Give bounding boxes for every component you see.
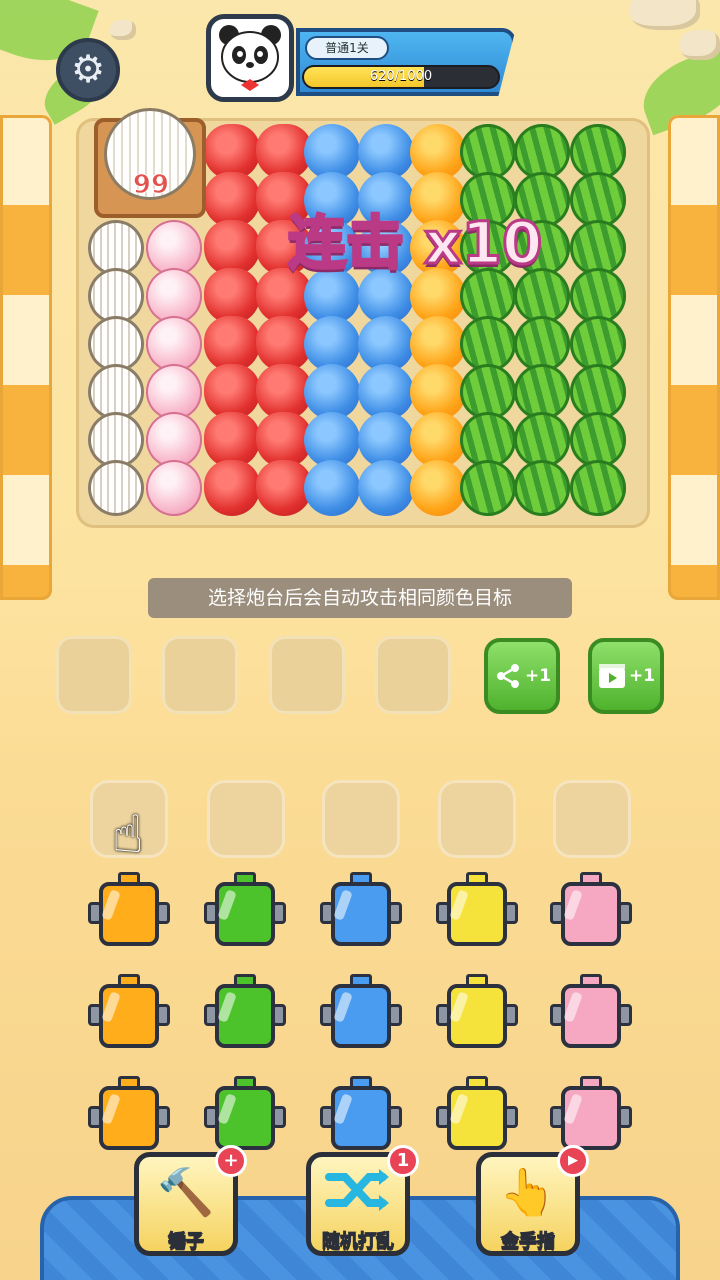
- cannon-turret[interactable]: [88, 870, 170, 952]
- golden-finger-label: 金手指: [501, 1231, 556, 1253]
- turret-slot[interactable]: [207, 780, 285, 858]
- melon-fruit: [88, 460, 144, 516]
- queue-slot[interactable]: [162, 636, 238, 714]
- rock-decoration: [630, 0, 700, 30]
- share-bonus: +1: [524, 666, 552, 686]
- share-icon: [496, 664, 519, 688]
- watermelon-fruit: [514, 460, 570, 516]
- video-bonus: +1: [628, 666, 656, 686]
- panda-icon: [219, 25, 281, 91]
- count-badge: 1: [387, 1145, 419, 1177]
- shuffle-label: 随机打乱: [322, 1231, 395, 1253]
- peach-fruit: [146, 460, 202, 516]
- cannon-turret[interactable]: [436, 870, 518, 952]
- strawberry-fruit: [204, 460, 260, 516]
- left-wall: [0, 115, 52, 600]
- share-button[interactable]: +1: [484, 638, 560, 714]
- cannon-turret[interactable]: [320, 870, 402, 952]
- combo-text: 连击 x10: [287, 208, 544, 279]
- turret-slot[interactable]: [438, 780, 516, 858]
- orange-fruit: [410, 460, 466, 516]
- turret-slot[interactable]: [553, 780, 631, 858]
- right-wall: [668, 115, 720, 600]
- turret-slot[interactable]: [322, 780, 400, 858]
- settings-button[interactable]: ⚙: [56, 38, 120, 102]
- cannon-turret[interactable]: [550, 1074, 632, 1156]
- cannon-turret[interactable]: [550, 870, 632, 952]
- golden-finger-button[interactable]: 👆 金手指 ▶: [476, 1145, 589, 1256]
- cannon-turret[interactable]: [88, 972, 170, 1054]
- hammer-icon: 🔨: [157, 1165, 215, 1219]
- cannon-turret[interactable]: [550, 972, 632, 1054]
- gear-icon: ⚙: [70, 47, 106, 91]
- crate-count: 99: [132, 170, 170, 201]
- video-icon: [598, 664, 625, 688]
- tutorial-hand-icon: ☝: [112, 805, 144, 865]
- cannon-turret[interactable]: [204, 972, 286, 1054]
- progress-text: 620/1000: [369, 69, 433, 84]
- blueberry-fruit: [304, 460, 360, 516]
- cannon-turret[interactable]: [320, 1074, 402, 1156]
- progress-bar: 620/1000: [302, 65, 500, 89]
- video-badge: ▶: [557, 1145, 589, 1177]
- shuffle-button[interactable]: 随机打乱 1: [306, 1145, 419, 1256]
- hammer-button[interactable]: 🔨 锤子 +: [134, 1145, 247, 1256]
- level-label: 普通1关: [305, 36, 389, 60]
- hammer-label: 锤子: [168, 1231, 205, 1253]
- golden-finger-icon: 👆: [499, 1165, 557, 1219]
- watermelon-fruit: [570, 460, 626, 516]
- hint-text: 选择炮台后会自动攻击相同颜色目标: [148, 578, 572, 618]
- rock-decoration: [680, 30, 720, 60]
- cannon-turret[interactable]: [436, 1074, 518, 1156]
- shuffle-icon: [311, 1165, 405, 1226]
- rock-decoration: [110, 20, 136, 40]
- cannon-turret[interactable]: [204, 1074, 286, 1156]
- cannon-turret[interactable]: [88, 1074, 170, 1156]
- queue-slot[interactable]: [269, 636, 345, 714]
- queue-slot[interactable]: [375, 636, 451, 714]
- queue-slot[interactable]: [56, 636, 132, 714]
- video-button[interactable]: +1: [588, 638, 664, 714]
- player-avatar[interactable]: [206, 14, 294, 102]
- watermelon-fruit: [460, 460, 516, 516]
- cannon-turret[interactable]: [204, 870, 286, 952]
- add-badge: +: [215, 1145, 247, 1177]
- cannon-turret[interactable]: [320, 972, 402, 1054]
- cannon-turret[interactable]: [436, 972, 518, 1054]
- blueberry-fruit: [358, 460, 414, 516]
